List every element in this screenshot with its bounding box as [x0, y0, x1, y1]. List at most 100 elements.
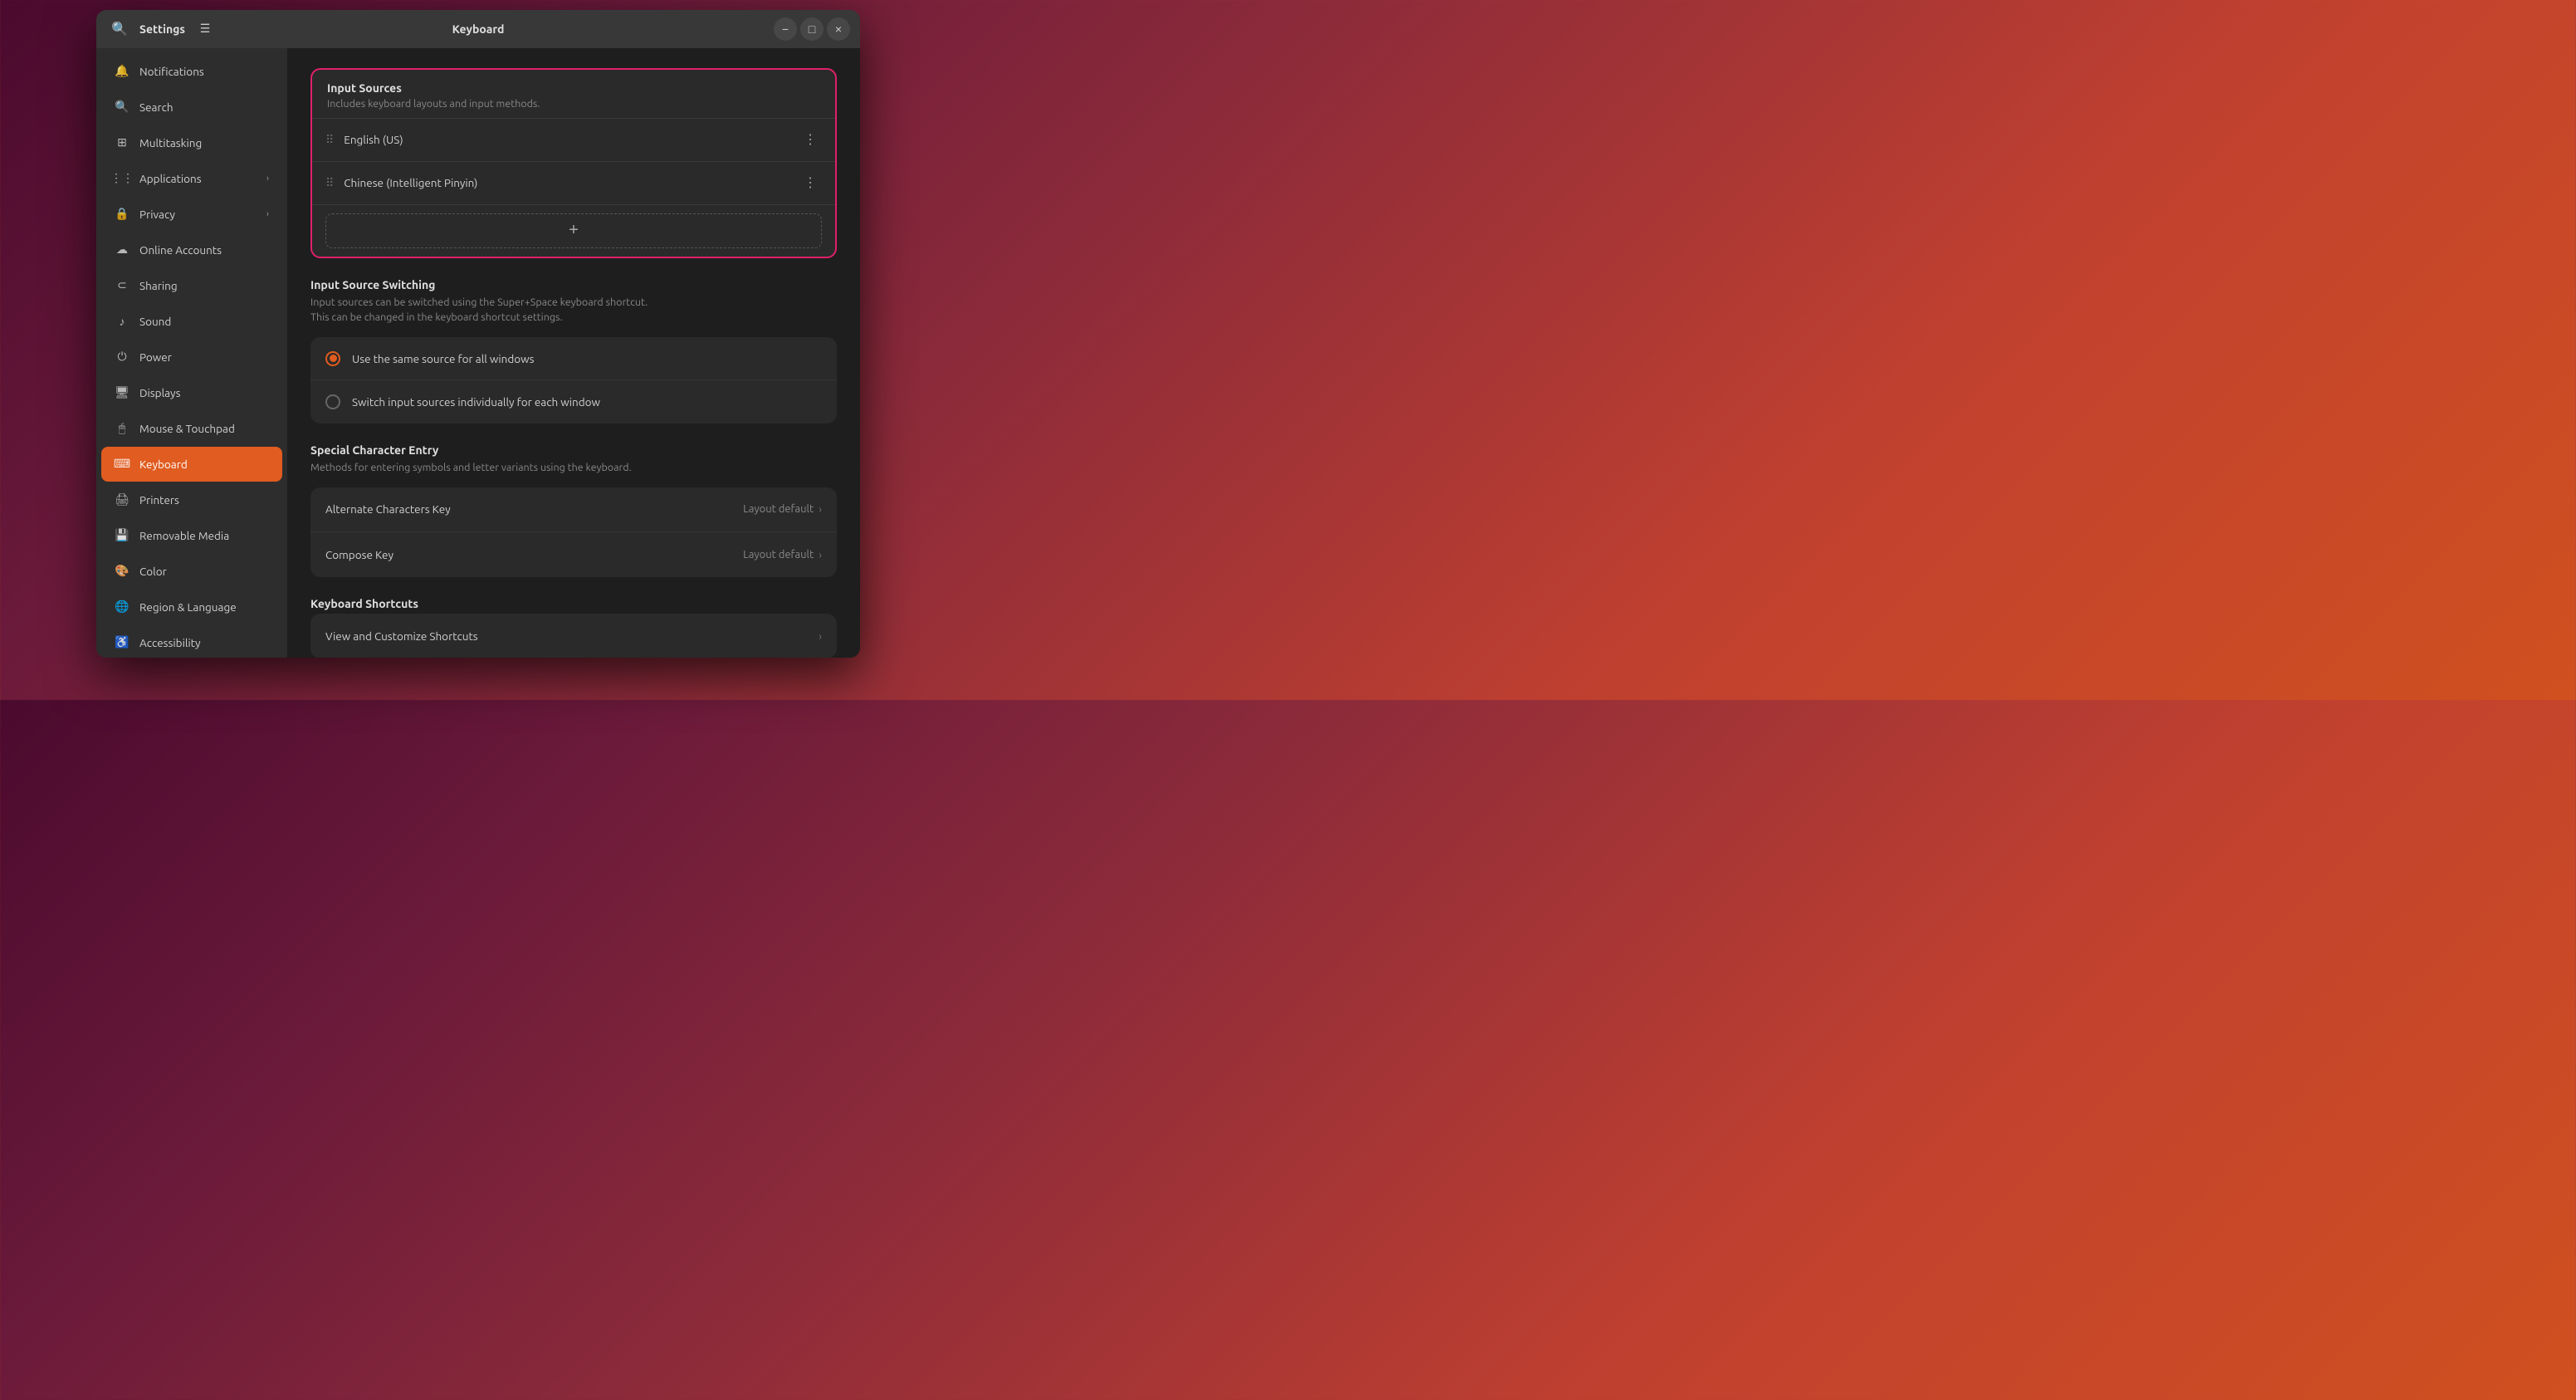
compose-key-chevron-icon: › — [819, 548, 822, 561]
sidebar-item-keyboard[interactable]: ⌨ Keyboard — [101, 447, 282, 482]
english-options-button[interactable]: ⋮ — [799, 128, 822, 151]
sidebar-item-label-sharing: Sharing — [139, 279, 269, 292]
add-source-row: + — [312, 204, 835, 257]
keyboard-shortcuts-card: View and Customize Shortcuts › — [310, 614, 837, 658]
multitasking-icon: ⊞ — [115, 135, 130, 150]
input-switching-title: Input Source Switching — [310, 278, 837, 291]
sidebar-item-sharing[interactable]: ⊂Sharing — [101, 268, 282, 303]
power-icon: ⏻ — [115, 350, 130, 365]
alternate-chars-chevron-icon: › — [819, 502, 822, 516]
sidebar-item-sound[interactable]: ♪ Sound — [101, 304, 282, 339]
sidebar-item-notifications[interactable]: 🔔 Notifications — [101, 54, 282, 89]
sidebar-item-accessibility[interactable]: ♿ Accessibility — [101, 625, 282, 658]
region-language-icon: 🌐 — [115, 600, 130, 614]
displays-icon: 🖥 — [115, 385, 130, 400]
sidebar-item-multitasking[interactable]: ⊞Multitasking — [101, 125, 282, 160]
special-char-section: Special Character Entry Methods for ente… — [310, 443, 837, 577]
special-char-title: Special Character Entry — [310, 443, 837, 457]
sidebar-item-displays[interactable]: 🖥 Displays — [101, 375, 282, 410]
input-sources-title: Input Sources — [327, 81, 820, 95]
sidebar-item-label-notifications: Notifications — [139, 65, 269, 78]
online-accounts-icon: ☁ — [115, 242, 130, 257]
maximize-button[interactable]: □ — [800, 17, 824, 41]
radio-individual-source-label: Switch input sources individually for ea… — [352, 395, 600, 409]
sidebar-item-privacy[interactable]: 🔒 Privacy › — [101, 197, 282, 232]
window-body: 🔔Notifications🔍Search⊞Multitasking⋮⋮Appl… — [96, 48, 860, 658]
sidebar-item-region-language[interactable]: 🌐 Region & Language — [101, 590, 282, 624]
search-icon: 🔍 — [115, 100, 130, 115]
keyboard-icon: ⌨ — [115, 457, 130, 472]
sidebar-item-label-keyboard: Keyboard — [139, 458, 269, 471]
accessibility-icon: ♿ — [115, 635, 130, 650]
sidebar-item-label-applications: Applications — [139, 172, 257, 185]
titlebar: 🔍 Settings ☰ Keyboard − □ × — [96, 10, 860, 48]
applications-icon: ⋮⋮ — [115, 171, 130, 186]
sidebar-item-label-removable-media: Removable Media — [139, 529, 269, 542]
sidebar-item-label-privacy: Privacy — [139, 208, 257, 221]
sidebar-item-label-displays: Displays — [139, 386, 269, 399]
add-input-source-button[interactable]: + — [325, 213, 822, 248]
input-source-english: ⠿ English (US) ⋮ — [312, 118, 835, 161]
keyboard-shortcuts-title: Keyboard Shortcuts — [310, 597, 837, 610]
alternate-chars-row[interactable]: Alternate Characters Key Layout default … — [310, 487, 837, 532]
sidebar-item-online-accounts[interactable]: ☁ Online Accounts — [101, 233, 282, 267]
input-source-chinese: ⠿ Chinese (Intelligent Pinyin) ⋮ — [312, 161, 835, 204]
sidebar-item-color[interactable]: 🎨 Color — [101, 554, 282, 589]
compose-key-value: Layout default — [743, 549, 814, 560]
input-sources-section: Input Sources Includes keyboard layouts … — [310, 68, 837, 258]
alternate-chars-value: Layout default — [743, 503, 814, 515]
special-char-desc: Methods for entering symbols and letter … — [310, 460, 837, 476]
sidebar-item-label-region-language: Region & Language — [139, 600, 269, 614]
window-title: Keyboard — [452, 22, 505, 36]
input-switching-options: Use the same source for all windows Swit… — [310, 337, 837, 423]
minimize-button[interactable]: − — [774, 17, 797, 41]
sound-icon: ♪ — [115, 314, 130, 329]
sidebar-item-label-power: Power — [139, 350, 269, 364]
sidebar-item-mouse-touchpad[interactable]: 🖱Mouse & Touchpad — [101, 411, 282, 446]
special-char-card: Alternate Characters Key Layout default … — [310, 487, 837, 577]
input-sources-desc: Includes keyboard layouts and input meth… — [327, 98, 820, 110]
chinese-options-button[interactable]: ⋮ — [799, 171, 822, 194]
sidebar-item-search[interactable]: 🔍 Search — [101, 90, 282, 125]
sidebar-item-power[interactable]: ⏻ Power — [101, 340, 282, 374]
sidebar-item-label-sound: Sound — [139, 315, 269, 328]
sidebar-item-label-color: Color — [139, 565, 269, 578]
view-shortcuts-chevron-icon: › — [819, 629, 822, 643]
input-sources-header: Input Sources Includes keyboard layouts … — [312, 70, 835, 118]
plus-icon: + — [569, 221, 579, 240]
alternate-chars-label: Alternate Characters Key — [325, 502, 743, 516]
notifications-icon: 🔔 — [115, 64, 130, 79]
removable-media-icon: 💾 — [115, 528, 130, 543]
sidebar-item-removable-media[interactable]: 💾 Removable Media — [101, 518, 282, 553]
radio-same-source-indicator — [325, 351, 340, 366]
compose-key-label: Compose Key — [325, 548, 743, 561]
input-switching-desc: Input sources can be switched using the … — [310, 295, 837, 326]
mouse-touchpad-icon: 🖱 — [115, 421, 130, 436]
titlebar-menu-button[interactable]: ☰ — [192, 16, 218, 42]
compose-key-row[interactable]: Compose Key Layout default › — [310, 532, 837, 577]
app-title: Settings — [139, 22, 185, 36]
view-shortcuts-label: View and Customize Shortcuts — [325, 629, 819, 643]
sidebar-item-label-printers: Printers — [139, 493, 269, 507]
chevron-right-icon: › — [266, 209, 269, 219]
radio-same-source[interactable]: Use the same source for all windows — [310, 337, 837, 380]
sidebar-item-label-search: Search — [139, 100, 269, 114]
input-source-chinese-label: Chinese (Intelligent Pinyin) — [344, 176, 789, 189]
sidebar-item-label-online-accounts: Online Accounts — [139, 243, 269, 257]
close-button[interactable]: × — [827, 17, 850, 41]
menu-icon: ☰ — [200, 22, 211, 36]
titlebar-left: 🔍 Settings ☰ — [106, 16, 218, 42]
chevron-right-icon: › — [266, 174, 269, 184]
sidebar-item-label-accessibility: Accessibility — [139, 636, 269, 649]
input-switching-section: Input Source Switching Input sources can… — [310, 278, 837, 424]
settings-window: 🔍 Settings ☰ Keyboard − □ × 🔔 Notificatio… — [96, 10, 860, 658]
color-icon: 🎨 — [115, 564, 130, 579]
sidebar-item-printers[interactable]: 🖨Printers — [101, 482, 282, 517]
sidebar-item-applications[interactable]: ⋮⋮ Applications › — [101, 161, 282, 196]
titlebar-search-button[interactable]: 🔍 — [106, 16, 133, 42]
main-content: Input Sources Includes keyboard layouts … — [287, 48, 860, 658]
radio-individual-source[interactable]: Switch input sources individually for ea… — [310, 380, 837, 423]
privacy-icon: 🔒 — [115, 207, 130, 222]
view-shortcuts-row[interactable]: View and Customize Shortcuts › — [310, 614, 837, 658]
titlebar-controls: − □ × — [774, 17, 850, 41]
